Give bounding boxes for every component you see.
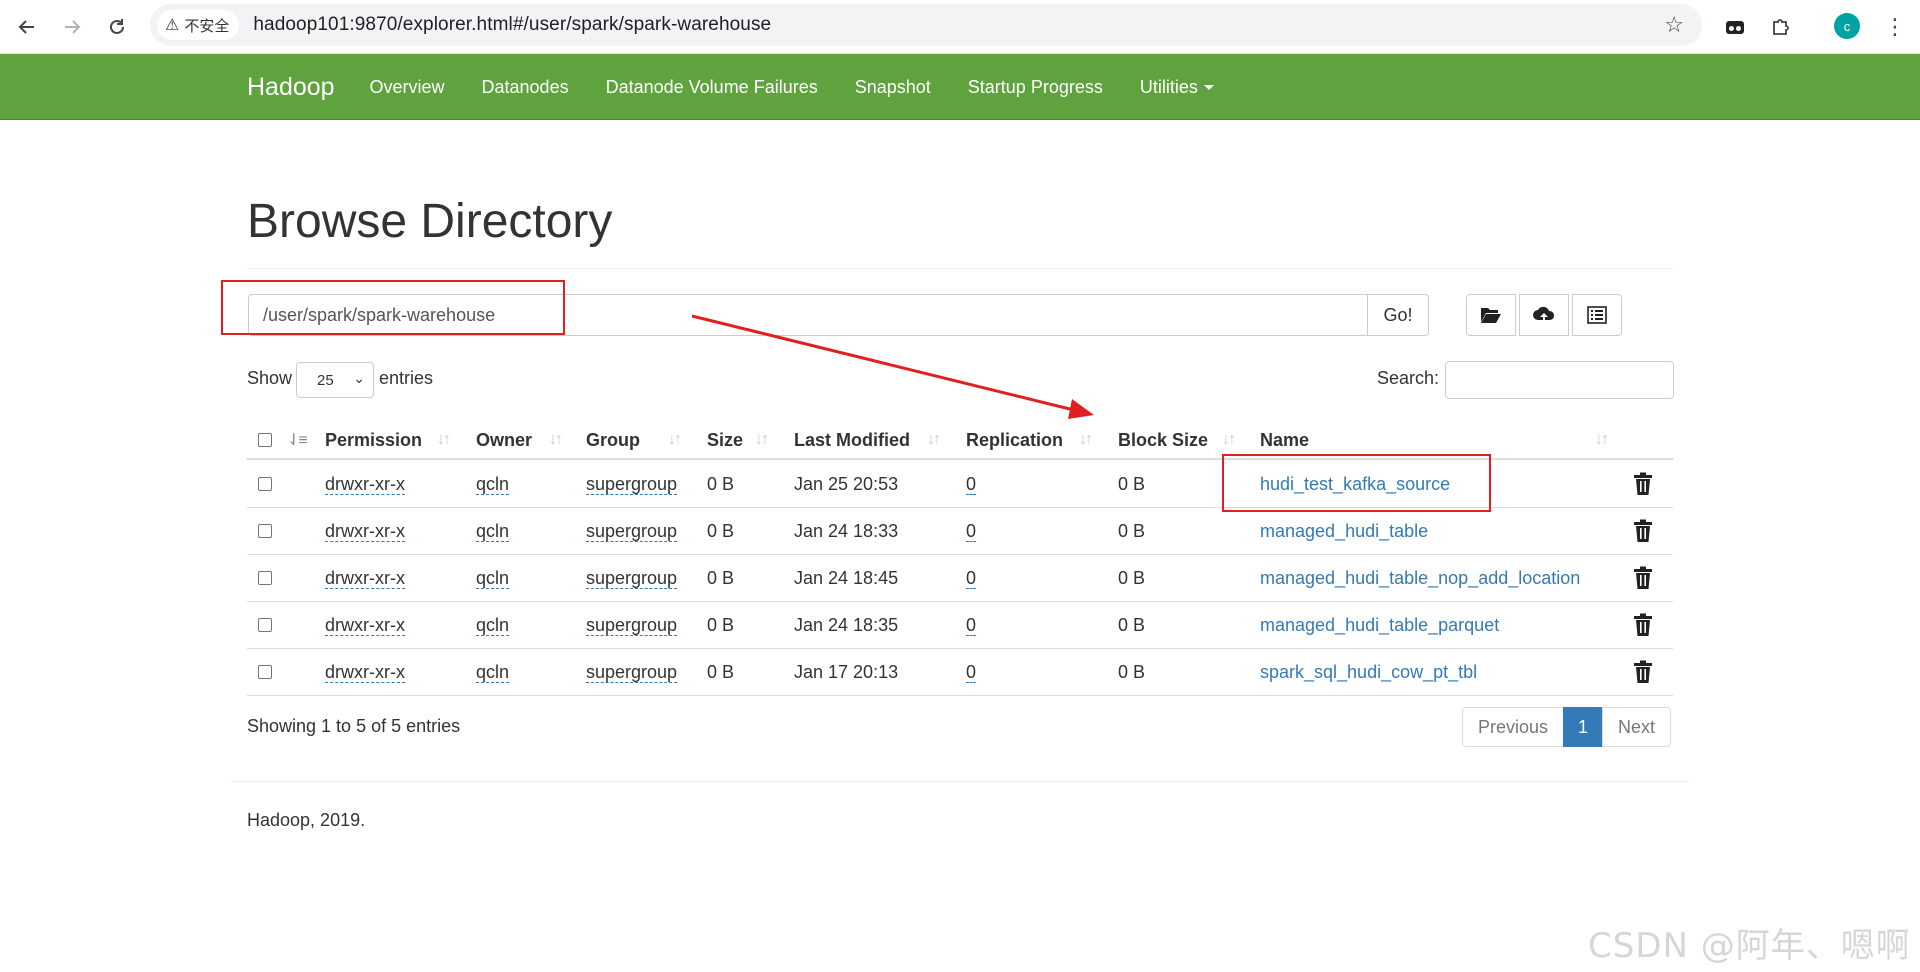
watermark: CSDN @阿年、嗯啊 (1588, 926, 1911, 966)
annotation-arrow (691, 314, 1094, 419)
